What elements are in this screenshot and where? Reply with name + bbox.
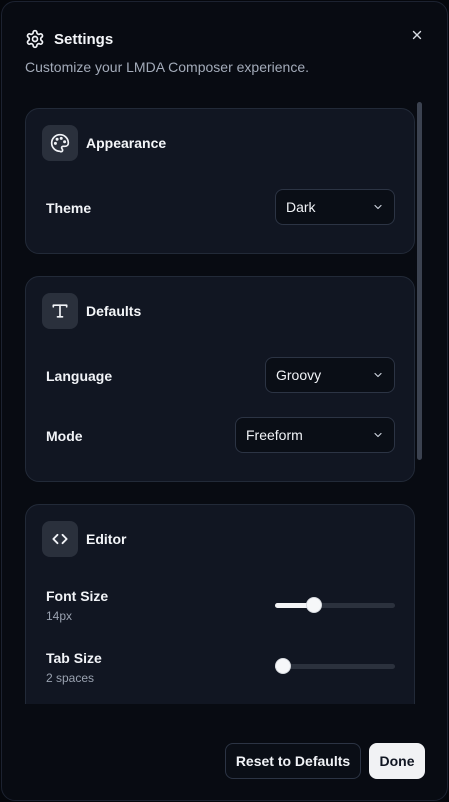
appearance-title: Appearance	[86, 135, 167, 151]
language-select[interactable]: Groovy	[265, 357, 395, 393]
chevron-down-icon	[372, 429, 384, 441]
scrollbar-thumb[interactable]	[417, 102, 422, 460]
language-label: Language	[46, 368, 113, 384]
chevron-down-icon	[372, 201, 384, 213]
settings-dialog: Settings Customize your LMDA Composer ex…	[1, 1, 448, 801]
defaults-title: Defaults	[86, 303, 142, 319]
dialog-title: Settings	[54, 30, 114, 48]
appearance-card: Appearance Theme Dark	[25, 108, 415, 254]
slider-track	[275, 664, 395, 669]
font-size-slider[interactable]	[275, 595, 395, 615]
font-size-value: 14px	[46, 609, 73, 623]
mode-label: Mode	[46, 428, 83, 444]
close-button[interactable]	[406, 26, 428, 48]
defaults-card: Defaults Language Groovy Mode Freeform	[25, 276, 415, 482]
tab-size-slider[interactable]	[275, 656, 395, 676]
done-button[interactable]: Done	[369, 743, 425, 779]
defaults-header: Defaults	[42, 293, 141, 329]
theme-select-value: Dark	[286, 199, 316, 215]
palette-icon	[42, 125, 78, 161]
theme-select[interactable]: Dark	[275, 189, 395, 225]
dialog-header: Settings	[25, 29, 113, 49]
editor-card: Editor Font Size 14px Tab Size 2 spaces	[25, 504, 415, 704]
tab-size-label: Tab Size	[46, 650, 102, 666]
reset-to-defaults-button[interactable]: Reset to Defaults	[225, 743, 361, 779]
mode-select-value: Freeform	[246, 427, 303, 443]
close-icon	[410, 28, 424, 47]
slider-thumb[interactable]	[275, 658, 291, 674]
appearance-header: Appearance	[42, 125, 166, 161]
editor-header: Editor	[42, 521, 126, 557]
language-select-value: Groovy	[276, 367, 322, 383]
dialog-subtitle: Customize your LMDA Composer experience.	[25, 59, 310, 75]
mode-select[interactable]: Freeform	[235, 417, 395, 453]
code-brackets-icon	[42, 521, 78, 557]
tab-size-value: 2 spaces	[46, 671, 95, 685]
settings-scroll-area[interactable]: Appearance Theme Dark Defaults Language	[2, 94, 447, 704]
text-t-icon	[42, 293, 78, 329]
font-size-label: Font Size	[46, 588, 109, 604]
gear-icon	[25, 29, 45, 49]
chevron-down-icon	[372, 369, 384, 381]
slider-thumb[interactable]	[306, 597, 323, 613]
theme-label: Theme	[46, 200, 92, 216]
editor-title: Editor	[86, 531, 127, 547]
